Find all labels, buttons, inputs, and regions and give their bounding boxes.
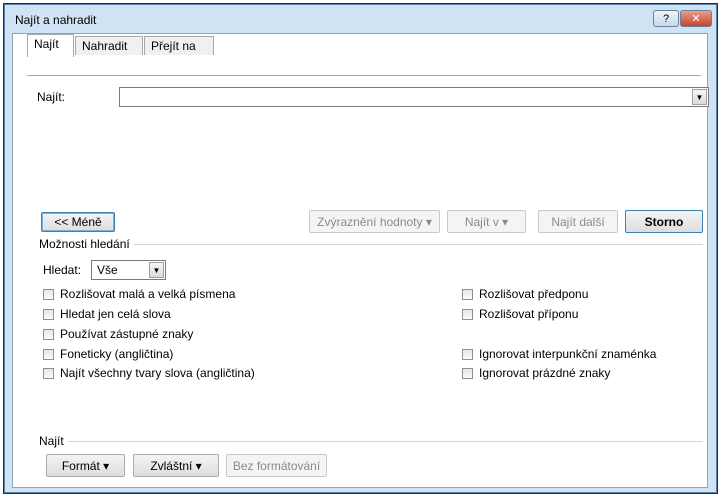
highlight-values-label: Zvýraznění hodnoty ▾ <box>317 214 432 229</box>
format-button[interactable]: Formát ▾ <box>46 454 125 477</box>
checkbox[interactable] <box>462 288 473 300</box>
help-icon: ? <box>662 12 670 25</box>
close-button[interactable]: ✕ <box>680 10 712 27</box>
title-bar[interactable]: Najít a nahradit ? ✕ <box>5 5 716 35</box>
options-section-label: Možnosti hledání <box>39 237 134 251</box>
option-match-case[interactable]: Rozlišovat malá a velká písmena <box>43 286 235 302</box>
format-button-label: Formát ▾ <box>61 458 110 473</box>
option-label: Rozlišovat malá a velká písmena <box>60 287 236 301</box>
less-button[interactable]: << Méně <box>41 212 115 232</box>
special-button-label: Zvláštní ▾ <box>150 458 202 473</box>
option-match-suffix[interactable]: Rozlišovat příponu <box>462 306 578 322</box>
option-label: Rozlišovat předponu <box>479 287 589 301</box>
find-next-label: Najít další <box>551 214 605 229</box>
checkbox[interactable] <box>462 367 473 379</box>
tab-label: Přejít na <box>151 39 196 53</box>
tab-prejit-na[interactable]: Přejít na <box>144 36 214 55</box>
cancel-label: Storno <box>644 214 684 229</box>
search-direction-value: Vše <box>97 263 118 277</box>
option-sounds-like[interactable]: Foneticky (angličtina) <box>43 346 173 362</box>
chevron-down-icon: ▼ <box>695 92 704 102</box>
checkbox[interactable] <box>462 308 473 320</box>
close-icon: ✕ <box>691 13 701 25</box>
option-label: Hledat jen celá slova <box>60 307 171 321</box>
option-label: Najít všechny tvary slova (angličtina) <box>60 366 255 380</box>
find-in-button[interactable]: Najít v ▾ <box>447 210 526 233</box>
find-in-label: Najít v ▾ <box>464 214 509 229</box>
checkbox[interactable] <box>43 328 54 340</box>
dialog-client-area: Najít Nahradit Přejít na Najít: ▼ << Mén… <box>12 33 709 488</box>
less-button-label: << Méně <box>54 215 102 229</box>
option-wildcards[interactable]: Používat zástupné znaky <box>43 326 193 342</box>
tab-label: Najít <box>34 37 59 51</box>
cancel-button[interactable]: Storno <box>625 210 703 233</box>
tab-divider <box>27 75 701 76</box>
checkbox[interactable] <box>43 308 54 320</box>
tab-najit[interactable]: Najít <box>27 34 74 57</box>
search-direction-label: Hledat: <box>43 263 82 277</box>
option-label: Ignorovat interpunkční znaménka <box>479 347 657 361</box>
option-match-prefix[interactable]: Rozlišovat předponu <box>462 286 588 302</box>
find-input[interactable]: ▼ <box>119 87 709 107</box>
find-format-divider <box>39 441 703 442</box>
options-divider <box>39 244 703 245</box>
search-direction-select[interactable]: Vše ▼ <box>91 260 166 280</box>
find-format-section-label: Najít <box>39 434 68 448</box>
highlight-values-button[interactable]: Zvýraznění hodnoty ▾ <box>309 210 440 233</box>
chevron-down-icon: ▼ <box>152 265 161 275</box>
option-ignore-punctuation[interactable]: Ignorovat interpunkční znaménka <box>462 346 656 362</box>
option-all-word-forms[interactable]: Najít všechny tvary slova (angličtina) <box>43 365 255 381</box>
find-next-button[interactable]: Najít další <box>538 210 618 233</box>
checkbox[interactable] <box>43 367 54 379</box>
find-label: Najít: <box>37 90 66 104</box>
tab-nahradit[interactable]: Nahradit <box>75 36 143 55</box>
option-label: Rozlišovat příponu <box>479 307 579 321</box>
option-label: Foneticky (angličtina) <box>60 347 174 361</box>
window-title: Najít a nahradit <box>15 13 97 27</box>
dialog-window: Najít a nahradit ? ✕ Najít Nahradit Přej… <box>4 4 717 493</box>
checkbox[interactable] <box>43 288 54 300</box>
special-button[interactable]: Zvláštní ▾ <box>133 454 219 477</box>
no-formatting-label: Bez formátování <box>232 458 321 473</box>
checkbox[interactable] <box>462 348 473 360</box>
option-label: Používat zástupné znaky <box>60 327 194 341</box>
option-label: Ignorovat prázdné znaky <box>479 366 611 380</box>
search-direction-dropdown[interactable]: ▼ <box>149 262 164 278</box>
option-ignore-whitespace[interactable]: Ignorovat prázdné znaky <box>462 365 610 381</box>
find-dropdown-button[interactable]: ▼ <box>692 89 707 105</box>
option-whole-words[interactable]: Hledat jen celá slova <box>43 306 171 322</box>
no-formatting-button[interactable]: Bez formátování <box>226 454 327 477</box>
tab-label: Nahradit <box>82 39 128 53</box>
checkbox[interactable] <box>43 348 54 360</box>
help-button[interactable]: ? <box>653 10 679 27</box>
